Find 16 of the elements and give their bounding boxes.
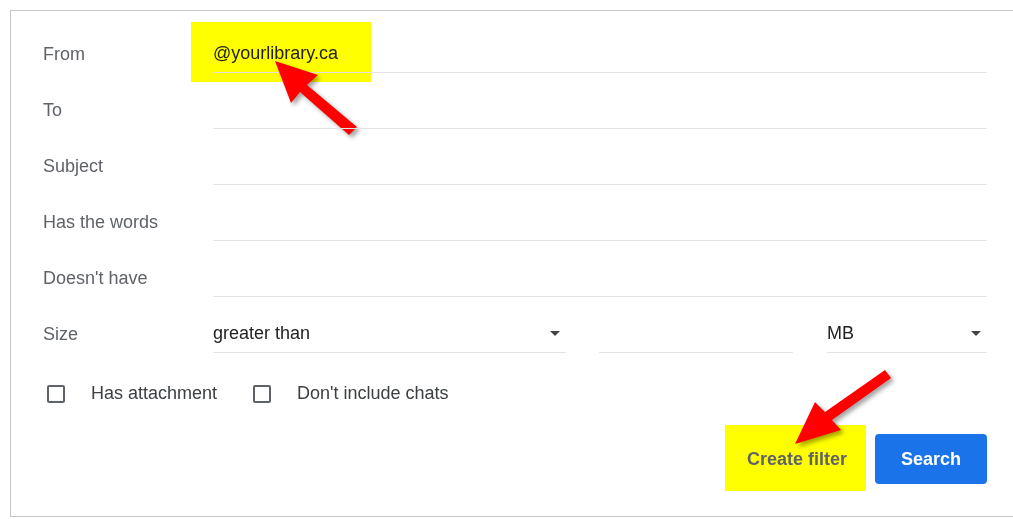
field-label: Size — [43, 324, 79, 346]
field-label: Subject — [43, 156, 105, 178]
action-button[interactable]: Search — [875, 434, 987, 484]
field-label: Doesn't have — [43, 268, 149, 290]
operator-dropdown[interactable]: greater than — [213, 323, 566, 353]
checkbox-label: Don't include chats — [297, 383, 449, 404]
action-button[interactable]: Create filter — [741, 434, 853, 484]
field-label: To — [43, 100, 63, 122]
checkbox[interactable] — [253, 384, 272, 403]
field-label: From — [43, 44, 86, 66]
checkbox-label: Has attachment — [91, 383, 218, 404]
caret-icon — [550, 331, 560, 336]
unit-dropdown[interactable]: MB — [827, 323, 987, 353]
caret-icon — [971, 331, 981, 336]
checkbox[interactable] — [47, 384, 65, 403]
field-label: Has the words — [43, 212, 160, 234]
